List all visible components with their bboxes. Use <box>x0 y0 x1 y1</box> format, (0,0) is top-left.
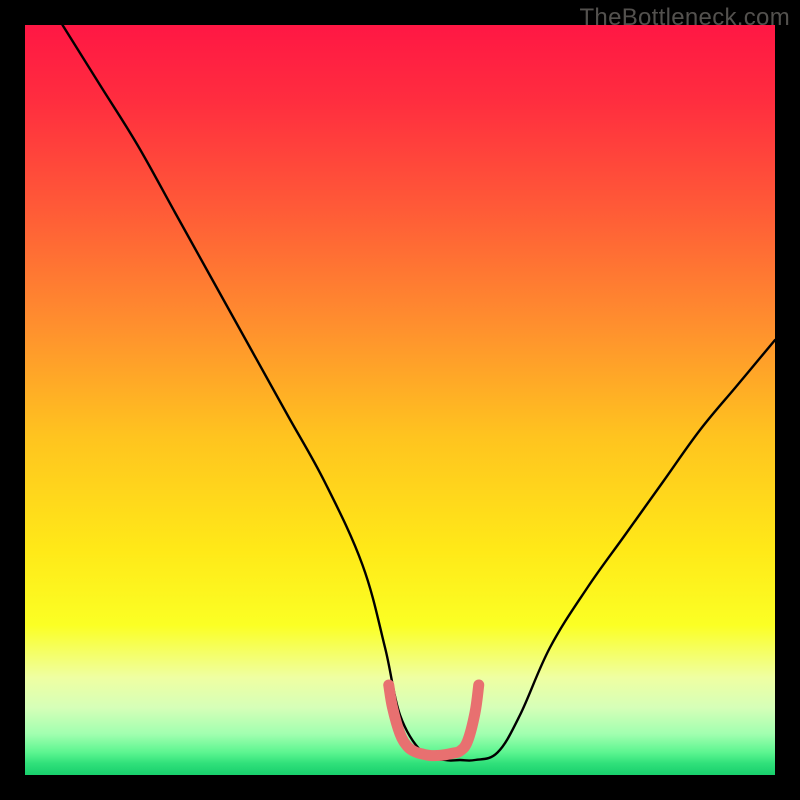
chart-lines-svg <box>25 25 775 775</box>
plot-area <box>25 25 775 775</box>
bottleneck-curve <box>63 25 776 761</box>
chart-frame: TheBottleneck.com <box>0 0 800 800</box>
watermark-text: TheBottleneck.com <box>579 4 790 32</box>
